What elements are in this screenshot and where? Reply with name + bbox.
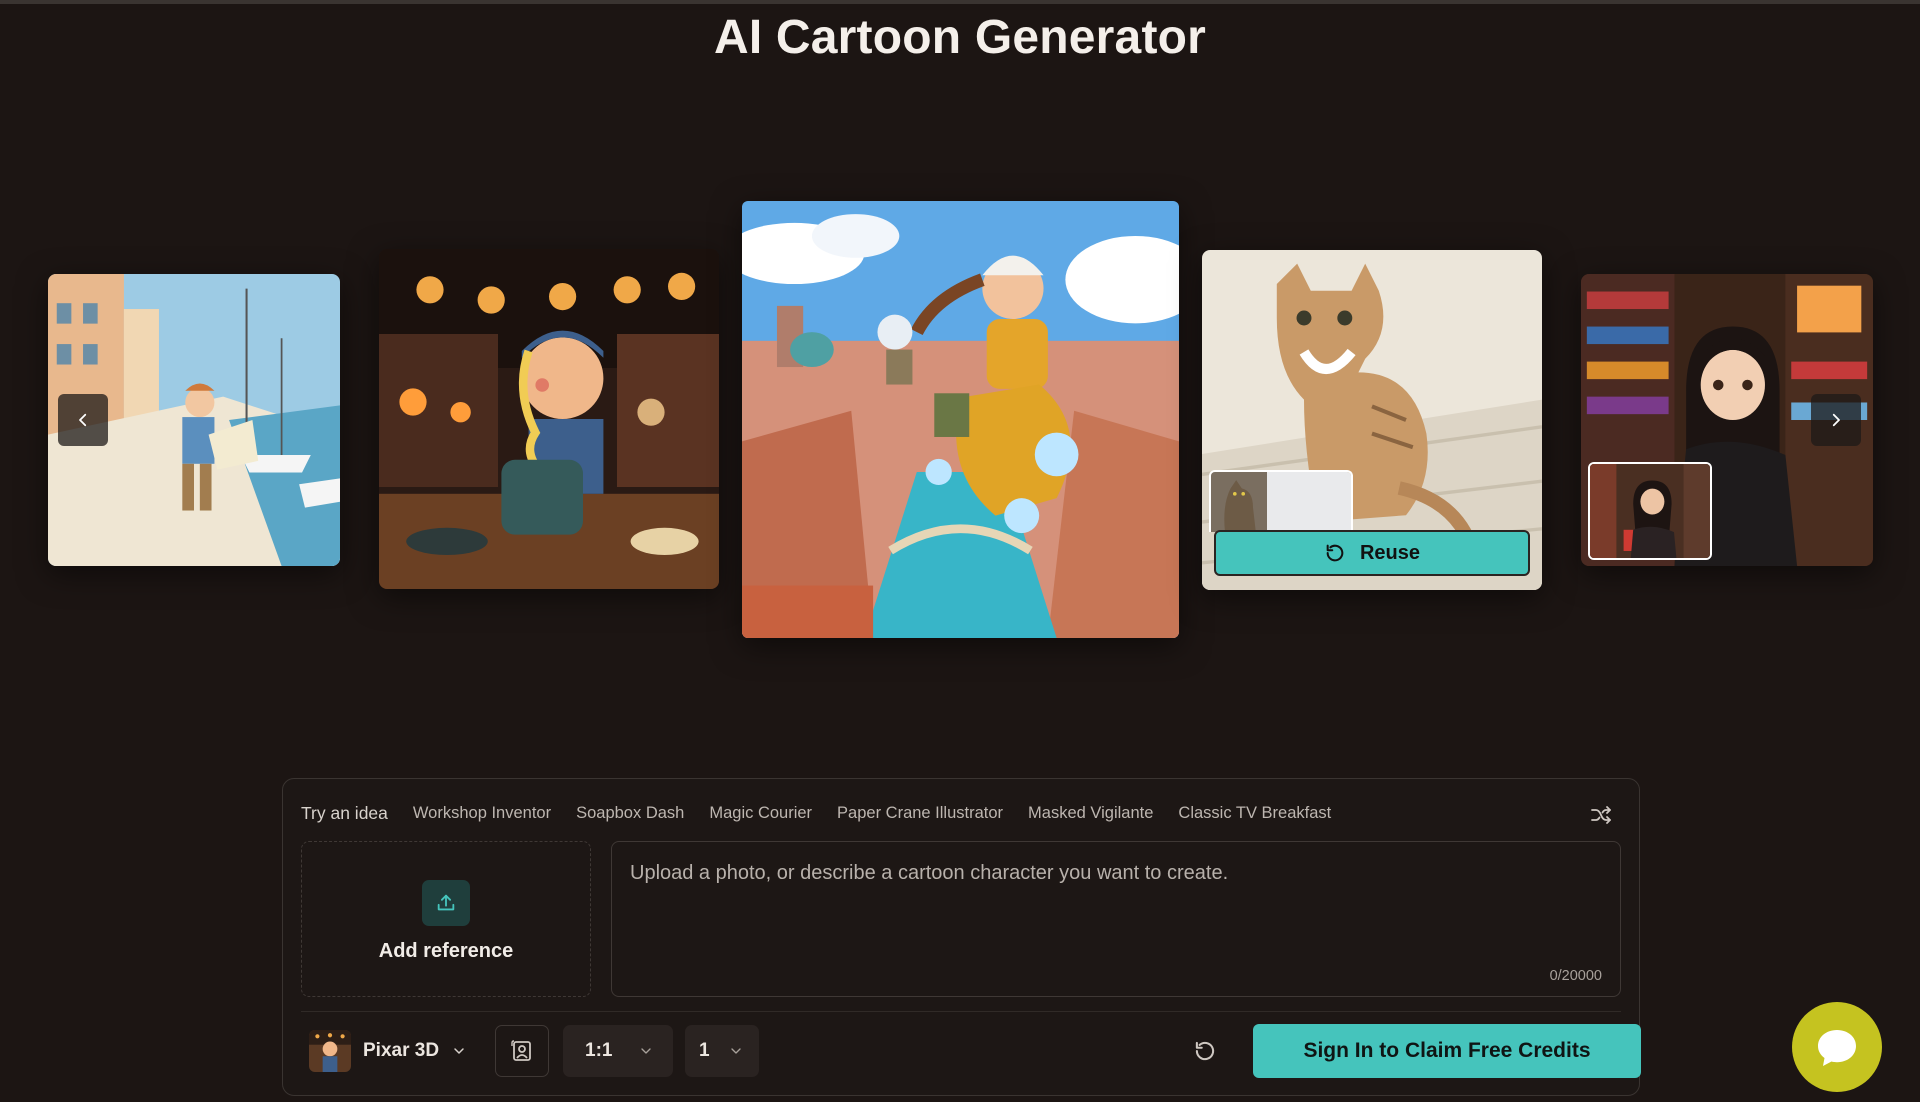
reference-thumbnail-girl (1588, 462, 1712, 560)
carousel-next-button[interactable] (1811, 394, 1861, 446)
cat-photo-thumbnail (1211, 472, 1351, 532)
chevron-right-icon (1832, 413, 1840, 427)
model-thumbnail (309, 1030, 351, 1072)
chat-support-button[interactable] (1792, 1002, 1882, 1092)
idea-chip[interactable]: Magic Courier (709, 804, 812, 823)
idea-suggestions: Try an idea Workshop Inventor Soapbox Da… (301, 803, 1331, 824)
sign-in-claim-credits-button[interactable]: Sign In to Claim Free Credits (1253, 1024, 1641, 1078)
image-count-value: 1 (699, 1040, 710, 1061)
idea-chip[interactable]: Classic TV Breakfast (1178, 804, 1331, 823)
page-title: AI Cartoon Generator (713, 11, 1207, 64)
scooter-pilot-illustration (742, 201, 1179, 638)
shuffle-ideas-button[interactable] (1589, 803, 1613, 827)
reuse-button[interactable]: Reuse (1214, 530, 1530, 576)
rotate-ccw-icon (1195, 1041, 1215, 1061)
chevron-down-icon (728, 1043, 744, 1059)
upload-icon (437, 894, 455, 910)
idea-chip[interactable]: Paper Crane Illustrator (837, 804, 1003, 823)
chat-bubble-icon (1818, 1030, 1856, 1066)
prompt-field: 0/20000 (611, 841, 1621, 997)
aspect-ratio-select[interactable]: 1:1 (563, 1025, 673, 1077)
chevron-down-icon (451, 1043, 467, 1059)
noodle-stall-illustration (379, 249, 719, 589)
prompt-panel: Try an idea Workshop Inventor Soapbox Da… (282, 778, 1641, 1096)
girl-photo-thumbnail (1590, 464, 1710, 558)
style-model-select[interactable]: Pixar 3D (309, 1029, 467, 1073)
prompt-input[interactable] (612, 842, 1620, 996)
carousel-image-scooter-pilot[interactable] (742, 201, 1179, 638)
model-thumbnail-image (309, 1030, 351, 1072)
idea-chip[interactable]: Masked Vigilante (1028, 804, 1153, 823)
carousel-image-noodle-stall[interactable] (379, 249, 719, 589)
chevron-left-icon (79, 413, 87, 427)
character-reference-button[interactable] (495, 1025, 549, 1077)
upload-icon-wrap (422, 879, 470, 926)
idea-chip[interactable]: Soapbox Dash (576, 804, 684, 823)
add-reference-label: Add reference (378, 939, 514, 962)
idea-chip[interactable]: Workshop Inventor (413, 804, 551, 823)
shuffle-icon (1591, 806, 1611, 824)
panel-divider (301, 1011, 1621, 1012)
chevron-down-icon (638, 1043, 654, 1059)
page: AI Cartoon Generator Reuse Try an idea W… (0, 0, 1920, 1102)
portrait-icon (511, 1040, 531, 1061)
image-count-select[interactable]: 1 (685, 1025, 759, 1077)
carousel-prev-button[interactable] (58, 394, 108, 446)
try-idea-label: Try an idea (301, 803, 388, 823)
rotate-ccw-icon (1326, 544, 1344, 562)
generation-toolbar: Pixar 3D 1:1 1 Sign In to Claim Free Cre… (301, 1023, 1641, 1079)
character-counter: 0/20000 (1549, 968, 1602, 984)
add-reference-dropzone[interactable]: Add reference (301, 841, 591, 997)
model-label: Pixar 3D (363, 1040, 440, 1061)
aspect-ratio-value: 1:1 (585, 1040, 613, 1061)
reset-button[interactable] (1187, 1033, 1223, 1069)
reuse-label: Reuse (1359, 541, 1421, 564)
reference-thumbnail-cat (1209, 470, 1353, 532)
